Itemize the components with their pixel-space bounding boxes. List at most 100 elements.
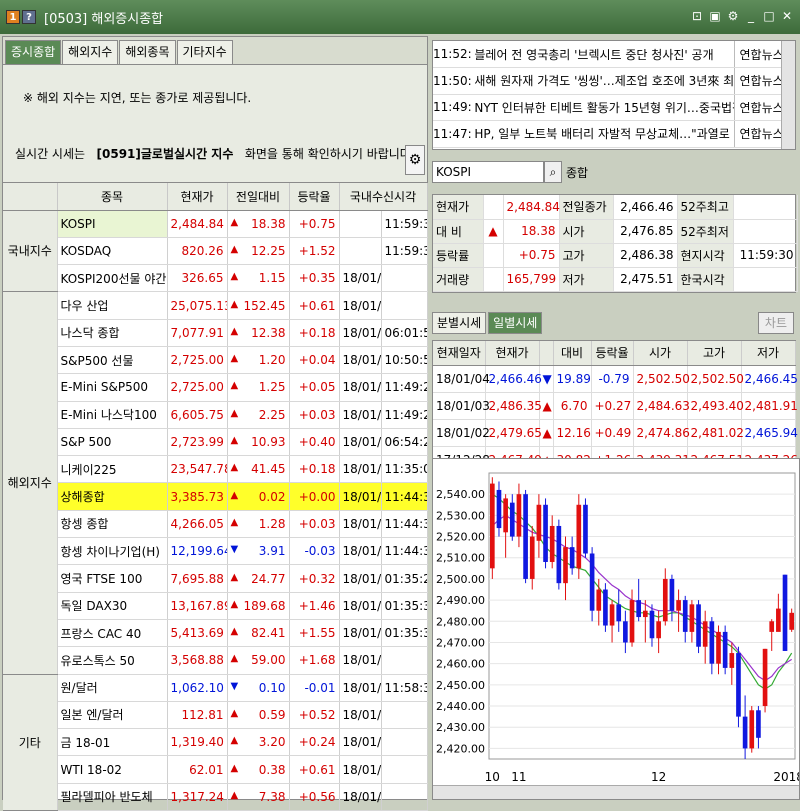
quote-label: 고가 bbox=[559, 243, 614, 268]
index-date bbox=[339, 210, 382, 238]
daily-col[interactable]: 현재가 bbox=[485, 341, 540, 366]
news-title[interactable]: 블레어 전 영국총리 '브렉시트 중단 청사진' 공개 bbox=[474, 41, 735, 68]
daily-col[interactable] bbox=[539, 341, 554, 366]
index-change: 7.38 bbox=[258, 789, 286, 804]
window-number-badge: 1 bbox=[6, 10, 20, 24]
index-price: 23,547.78 bbox=[167, 455, 228, 484]
index-row[interactable]: 유로스톡스 503,568.88▲ 59.00+1.6818/01/04 bbox=[3, 646, 428, 675]
quote-row: 등락률 +0.75 고가 2,486.38 현지시각 11:59:30 bbox=[433, 243, 798, 268]
index-rate: +1.46 bbox=[289, 592, 340, 620]
col-price[interactable]: 현재가 bbox=[167, 183, 228, 211]
daily-col[interactable]: 현재일자 bbox=[433, 341, 486, 366]
index-row[interactable]: E-Mini S&P5002,725.00▲ 1.25+0.0518/01/051… bbox=[3, 373, 428, 402]
settings-icon[interactable]: ⚙ bbox=[726, 9, 740, 23]
up-arrow-icon: ▲ bbox=[230, 571, 239, 583]
index-row[interactable]: 영국 FTSE 1007,695.88▲ 24.77+0.3218/01/0501… bbox=[3, 564, 428, 593]
daily-price: 2,479.65 bbox=[485, 419, 542, 447]
daily-row[interactable]: 18/01/04 2,466.46 ▼ 19.89 -0.79 2,502.50 2,502… bbox=[433, 365, 798, 393]
tab-daily-quotes[interactable]: 일별시세 bbox=[488, 312, 543, 334]
tab-minute-quotes[interactable]: 분별시세 bbox=[432, 312, 487, 334]
news-title[interactable]: NYT 인터뷰한 티베트 활동가 15년형 위기…중국법정 bbox=[474, 94, 735, 121]
daily-low: 2,466.45 bbox=[741, 365, 798, 393]
news-time: 11:49: bbox=[433, 94, 475, 121]
news-item[interactable]: 11:49: NYT 인터뷰한 티베트 활동가 15년형 위기…중국법정 연합뉴스 bbox=[433, 94, 795, 121]
index-row[interactable]: 니케이22523,547.78▲ 41.45+0.1818/01/0511:35:… bbox=[3, 455, 428, 484]
index-price: 13,167.89 bbox=[167, 592, 228, 620]
quote-label: 시가 bbox=[559, 219, 614, 244]
maximize-icon[interactable]: □ bbox=[762, 9, 776, 23]
daily-row[interactable]: 18/01/02 2,479.65 ▲ 12.16 +0.49 2,474.86 2,481… bbox=[433, 419, 798, 447]
down-arrow-icon: ▼ bbox=[230, 544, 239, 556]
col-rate[interactable]: 등락율 bbox=[289, 183, 340, 211]
index-row[interactable]: 필라델피아 반도체1,317.24▲ 7.38+0.5618/01/04 bbox=[3, 783, 428, 811]
index-row[interactable]: 일본 엔/달러112.81▲ 0.59+0.5218/01/04 bbox=[3, 701, 428, 730]
news-list: 11:52: 블레어 전 영국총리 '브렉시트 중단 청사진' 공개 연합뉴스 11:… bbox=[432, 40, 796, 150]
tab-other-index[interactable]: 기타지수 bbox=[176, 40, 233, 64]
news-title[interactable]: HP, 일부 노트북 배터리 자발적 무상교체…"과열로 화 bbox=[474, 120, 735, 148]
daily-col[interactable]: 고가 bbox=[687, 341, 742, 366]
index-rate: +0.05 bbox=[289, 373, 340, 402]
index-row[interactable]: KOSDAQ820.26▲ 12.25+1.52 11:59:30 bbox=[3, 237, 428, 266]
settings-button[interactable]: ⚙ bbox=[405, 145, 425, 175]
up-arrow-icon: ▲ bbox=[230, 435, 239, 447]
chart-scrollbar[interactable] bbox=[433, 785, 799, 799]
index-row[interactable]: WTI 18-0262.01▲ 0.38+0.6118/01/04 bbox=[3, 755, 428, 784]
index-row[interactable]: 금 18-011,319.40▲ 3.20+0.2418/01/04 bbox=[3, 728, 428, 757]
help-icon[interactable]: ? bbox=[22, 10, 36, 24]
daily-col[interactable]: 등락율 bbox=[591, 341, 634, 366]
close-icon[interactable]: ✕ bbox=[780, 9, 794, 23]
index-time: 10:50:58 bbox=[381, 346, 428, 375]
link-icon[interactable]: ⊡ bbox=[690, 9, 704, 23]
index-row[interactable]: 항셍 종합4,266.05▲ 1.28+0.0318/01/0511:44:32 bbox=[3, 510, 428, 539]
index-row[interactable]: 프랑스 CAC 405,413.69▲ 82.41+1.5518/01/0501:… bbox=[3, 619, 428, 648]
index-row[interactable]: KOSPI200선물 야간326.65▲ 1.15+0.3518/01/04 bbox=[3, 264, 428, 293]
save-icon[interactable]: ▣ bbox=[708, 9, 722, 23]
index-price: 3,385.73 bbox=[167, 482, 228, 511]
index-row[interactable]: S&P500 선물2,725.00▲ 1.20+0.0418/01/0510:50… bbox=[3, 346, 428, 375]
daily-col[interactable]: 대비 bbox=[553, 341, 592, 366]
candle-body bbox=[556, 525, 562, 584]
index-row[interactable]: 해외지수다우 산업25,075.13▲152.45+0.6118/01/04 bbox=[3, 291, 428, 675]
search-icon[interactable]: ⌕ bbox=[544, 161, 562, 183]
news-title[interactable]: 새해 원자재 가격도 '씽씽'…제조업 호조에 3년來 최고 bbox=[474, 67, 735, 95]
tab-overseas-stocks[interactable]: 해외종목 bbox=[119, 40, 176, 64]
index-time: 11:35:00 bbox=[381, 455, 428, 484]
index-name: 유로스톡스 50 bbox=[57, 646, 168, 675]
index-row[interactable]: 항셍 차이나기업(H)12,199.64▼ 3.91-0.0318/01/0511… bbox=[3, 537, 428, 566]
candle-body bbox=[742, 716, 748, 749]
index-date bbox=[339, 237, 382, 266]
daily-col[interactable]: 저가 bbox=[741, 341, 796, 366]
col-change[interactable]: 전일대비 bbox=[227, 183, 290, 211]
daily-row[interactable]: 18/01/03 2,486.35 ▲ 6.70 +0.27 2,484.63 2,493.… bbox=[433, 392, 798, 420]
quote-label: 한국시각 bbox=[677, 267, 734, 292]
news-item[interactable]: 11:50: 새해 원자재 가격도 '씽씽'…제조업 호조에 3년來 최고 연합뉴스 bbox=[433, 67, 795, 95]
col-name[interactable]: 종목 bbox=[57, 183, 168, 211]
index-code-input[interactable] bbox=[432, 161, 544, 183]
daily-date: 18/01/02 bbox=[433, 419, 490, 447]
daily-col[interactable]: 시가 bbox=[633, 341, 688, 366]
index-row[interactable]: 나스닥 종합7,077.91▲ 12.38+0.1818/01/0506:01:5… bbox=[3, 319, 428, 347]
index-row[interactable]: S&P 5002,723.99▲ 10.93+0.4018/01/0506:54:… bbox=[3, 428, 428, 457]
index-date: 18/01/05 bbox=[339, 537, 382, 566]
realtime-index-link[interactable]: [0591]글로벌실시간 지수 bbox=[97, 147, 234, 161]
index-row[interactable]: E-Mini 나스닥1006,605.75▲ 2.25+0.0318/01/051… bbox=[3, 401, 428, 429]
tab-market-summary[interactable]: 증시종합 bbox=[5, 40, 62, 64]
candle-body bbox=[689, 604, 695, 632]
index-row[interactable]: 국내지수KOSPI2,484.84▲18.38+0.7511:59:30 bbox=[3, 210, 428, 293]
index-change: 1.20 bbox=[258, 353, 286, 368]
tab-overseas-index[interactable]: 해외지수 bbox=[62, 40, 119, 64]
col-recv-time[interactable]: 국내수신시각 bbox=[339, 183, 428, 211]
quote-arrow bbox=[483, 243, 504, 268]
y-tick-label: 2,450.00 bbox=[436, 679, 485, 692]
index-row[interactable]: 상해종합3,385.73▲ 0.02+0.0018/01/0511:44:31 bbox=[3, 482, 428, 511]
index-row[interactable]: 독일 DAX3013,167.89▲ 189.68+1.4618/01/0501:… bbox=[3, 592, 428, 620]
search-bar: ⌕ 종합 bbox=[432, 160, 796, 184]
news-item[interactable]: 11:52: 블레어 전 영국총리 '브렉시트 중단 청사진' 공개 연합뉴스 bbox=[433, 41, 795, 68]
index-row[interactable]: 기타원/달러1,062.10▼ 0.10-0.0118/01/0511:58:37 bbox=[3, 674, 428, 811]
news-time: 11:50: bbox=[433, 67, 475, 95]
index-change: 12.38 bbox=[251, 325, 286, 340]
minimize-icon[interactable]: _ bbox=[744, 9, 758, 23]
news-item[interactable]: 11:47: HP, 일부 노트북 배터리 자발적 무상교체…"과열로 화 연합뉴스 bbox=[433, 120, 795, 148]
chart-button[interactable]: 차트 bbox=[757, 312, 794, 334]
news-scrollbar[interactable] bbox=[781, 41, 795, 149]
